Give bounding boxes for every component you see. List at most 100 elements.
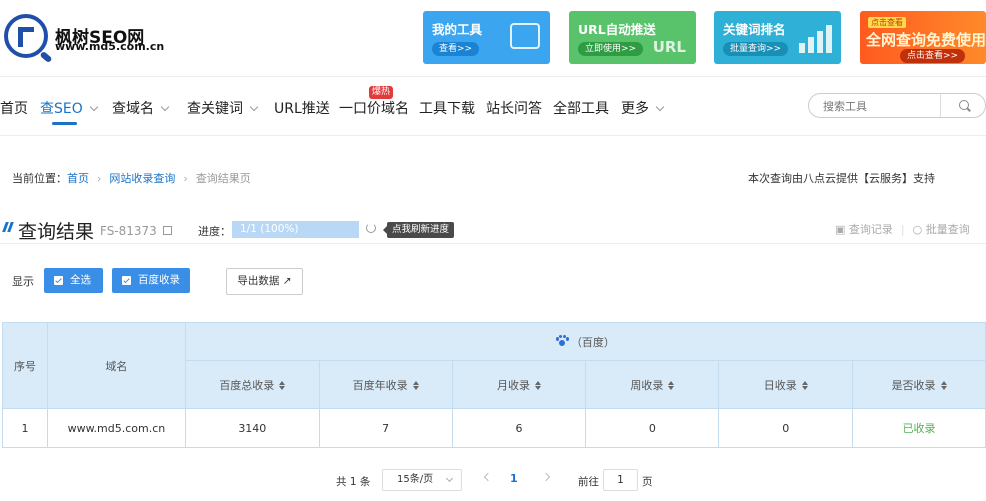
toggle-label: 百度收录 [138, 274, 180, 286]
cell-year: 7 [318, 408, 453, 448]
promo-button[interactable]: 点击查看>> [900, 49, 966, 63]
header-indexed[interactable]: 是否收录 [852, 360, 986, 409]
breadcrumb-label: 当前位置： [12, 172, 67, 185]
prev-page-icon[interactable] [483, 472, 493, 482]
cell-status: 已收录 [852, 408, 986, 448]
page-size-select[interactable]: 15条/页 [382, 469, 462, 491]
nav-label: 查SEO [40, 101, 83, 117]
next-page-icon[interactable] [541, 472, 551, 482]
chevron-down-icon [160, 102, 170, 112]
breadcrumb-index-query[interactable]: 网站收录查询 [109, 172, 175, 185]
divider [0, 243, 986, 244]
result-code: FS-81373 [100, 224, 157, 238]
nav-all-tools[interactable]: 全部工具 [553, 98, 609, 118]
sort-icon[interactable] [668, 380, 675, 390]
header-index: 序号 [2, 322, 48, 409]
show-label: 显示 [12, 275, 34, 288]
link-divider: | [900, 223, 905, 236]
result-table: 序号 域名 （百度） 百度总收录 百度年收录 月收录 周收录 日收录 是否收录 … [2, 322, 986, 448]
promo-my-tools[interactable]: 我的工具 查看>> [423, 11, 550, 64]
batch-label: 批量查询 [925, 223, 970, 236]
tool-search[interactable] [808, 93, 986, 118]
header-month[interactable]: 月收录 [451, 360, 587, 409]
breadcrumb-home[interactable]: 首页 [67, 172, 89, 185]
sort-icon[interactable] [801, 380, 808, 390]
nav-fixed-price-domain[interactable]: 一口价域名 [339, 98, 409, 118]
external-link-icon: ↗ [279, 275, 292, 287]
sort-icon[interactable] [535, 380, 542, 390]
column-label: 百度年收录 [352, 378, 408, 392]
promo-title: URL自动推送 [578, 22, 656, 37]
header-total[interactable]: 百度总收录 [184, 360, 320, 409]
header-day[interactable]: 日收录 [718, 360, 854, 409]
promo-button[interactable]: 批量查询>> [723, 42, 789, 56]
baidu-index-toggle[interactable]: 百度收录 [112, 268, 190, 293]
cell-month: 6 [451, 408, 587, 448]
history-link[interactable]: ▣ 查询记录 [835, 223, 893, 236]
breadcrumb: 当前位置：首页 › 网站收录查询 › 查询结果页 [12, 170, 251, 186]
chevron-down-icon [89, 102, 99, 112]
breadcrumb-chevron-icon: › [97, 172, 102, 185]
progress-text: 1/1 (100%) [240, 223, 299, 235]
support-note: 本次查询由八点云提供【云服务】支持 [748, 172, 935, 185]
cell-domain: www.md5.com.cn [46, 408, 186, 448]
nav-label: 查域名 [112, 101, 154, 117]
page-number-current[interactable]: 1 [510, 472, 518, 485]
promo-button[interactable]: 立即使用>> [578, 42, 644, 56]
hot-badge: 爆热 [369, 86, 394, 99]
batch-query-link[interactable]: ○ 批量查询 [913, 223, 970, 236]
table-row: 1 www.md5.com.cn 3140 7 6 0 0 已收录 [2, 408, 986, 448]
sort-icon[interactable] [279, 380, 286, 390]
nav-tool-download[interactable]: 工具下载 [419, 98, 475, 118]
nav-url-push[interactable]: URL推送 [274, 98, 330, 118]
title-marker-icon [2, 222, 14, 232]
progress-label: 进度： [198, 225, 231, 238]
chevron-down-icon [655, 102, 665, 112]
nav-domain[interactable]: 查域名 [112, 98, 170, 118]
export-button[interactable]: 导出数据 ↗ [226, 268, 303, 295]
promo-button[interactable]: 查看>> [432, 42, 480, 56]
header-domain: 域名 [46, 322, 186, 409]
promo-keyword-rank[interactable]: 关键词排名 批量查询>> [714, 11, 841, 64]
nav-home[interactable]: 首页 [0, 98, 28, 118]
column-label: 月收录 [497, 378, 531, 392]
logo-icon[interactable] [4, 14, 53, 64]
nav-seo[interactable]: 查SEO [40, 98, 99, 118]
header-group-label: （百度） [570, 335, 615, 349]
refresh-tooltip: 点我刷新进度 [382, 222, 455, 238]
search-icon[interactable] [959, 100, 969, 110]
cell-total: 3140 [184, 408, 320, 448]
edit-icon[interactable] [163, 226, 172, 235]
result-title: 查询结果 [18, 221, 95, 243]
cell-week: 0 [585, 408, 720, 448]
goto-label: 前往 [578, 476, 599, 488]
bar-chart-icon [799, 25, 832, 53]
nav-more[interactable]: 更多 [621, 98, 665, 118]
refresh-icon[interactable] [366, 223, 376, 233]
header-week[interactable]: 周收录 [585, 360, 720, 409]
nav-webmaster-qa[interactable]: 站长问答 [486, 98, 542, 118]
nav-active-indicator [52, 122, 77, 125]
nav-label: 查关键词 [187, 101, 243, 117]
promo-tag: 点击查看 [868, 17, 906, 28]
cell-day: 0 [718, 408, 854, 448]
history-label: 查询记录 [848, 223, 893, 236]
baidu-paw-icon [555, 334, 569, 347]
search-input[interactable] [821, 97, 940, 116]
history-icon: ▣ [835, 223, 849, 236]
export-label: 导出数据 [237, 275, 280, 287]
divider [0, 76, 986, 77]
nav-keyword[interactable]: 查关键词 [187, 98, 259, 118]
checkbox-icon [122, 276, 131, 285]
promo-title: 全网查询免费使用 [866, 31, 986, 49]
select-all-toggle[interactable]: 全选 [44, 268, 103, 293]
sort-icon[interactable] [412, 380, 419, 390]
goto-page-input[interactable]: 1 [603, 469, 638, 491]
column-label: 是否收录 [891, 378, 936, 392]
history-links: ▣ 查询记录 | ○ 批量查询 [835, 221, 970, 237]
cell-index: 1 [2, 408, 48, 448]
sort-icon[interactable] [940, 380, 947, 390]
promo-free-query[interactable]: 点击查看 全网查询免费使用 点击查看>> [860, 11, 986, 64]
header-year[interactable]: 百度年收录 [318, 360, 453, 409]
promo-url-push[interactable]: URL自动推送 立即使用>> URL [569, 11, 696, 64]
